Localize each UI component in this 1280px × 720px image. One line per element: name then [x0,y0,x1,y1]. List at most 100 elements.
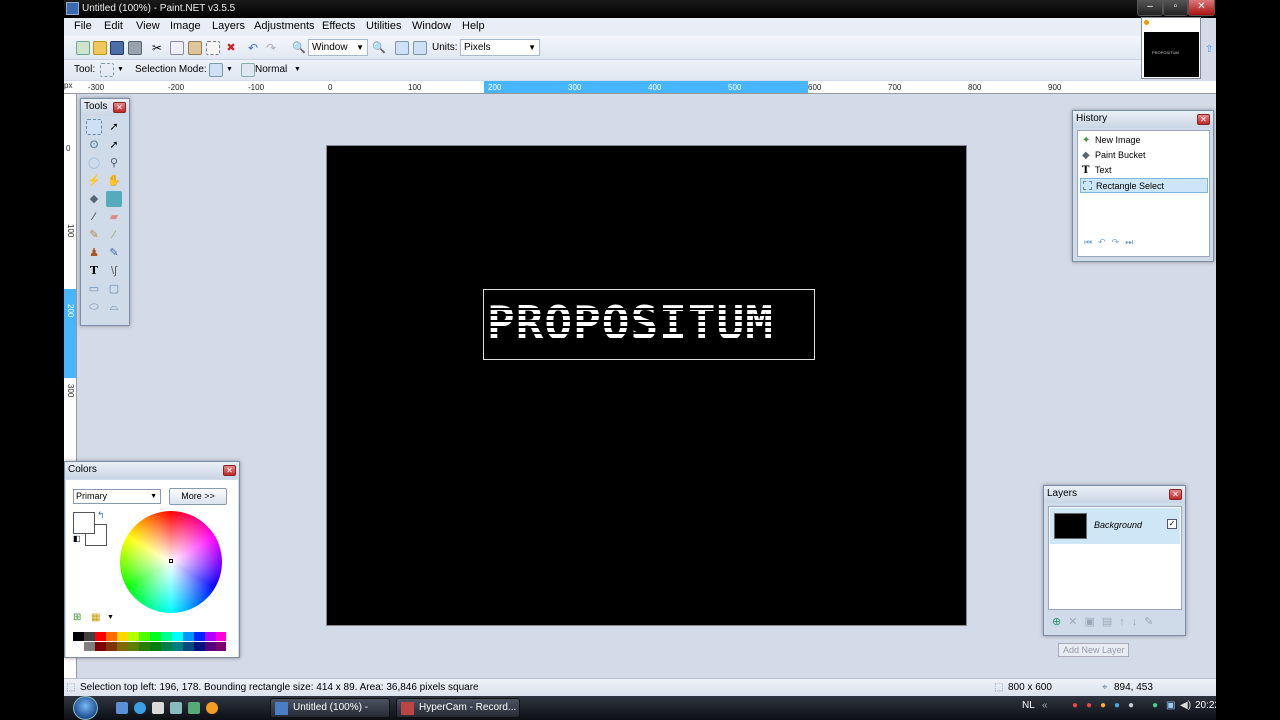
rectangle-select-tool-icon[interactable] [86,119,102,135]
recolor-tool-icon[interactable]: ✎ [106,245,122,261]
menu-edit[interactable]: Edit [100,20,127,32]
zoom-tool-icon[interactable]: ⚲ [106,155,122,171]
fast-forward-icon[interactable]: ⏭ [1125,237,1139,247]
move-selected-tool-icon[interactable]: ➚ [106,137,122,153]
new-file-icon[interactable] [76,41,90,55]
add-layer-icon[interactable]: ⊕ [1052,616,1068,628]
palette-swatch[interactable] [106,642,117,651]
menu-window[interactable]: Window [408,20,455,32]
menu-layers[interactable]: Layers [208,20,249,32]
palette-swatch[interactable] [194,642,205,651]
palette-swatch[interactable] [95,632,106,641]
explorer-icon[interactable] [152,702,164,714]
palette-swatch[interactable] [161,632,172,641]
language-indicator[interactable]: NL [1022,700,1035,711]
undo-icon[interactable]: ↶ [1098,237,1112,247]
history-item[interactable]: ✦ New Image [1080,133,1208,148]
deselect-icon[interactable]: ✖ [224,41,238,55]
tray-app-icon[interactable]: ● [1114,700,1120,711]
rounded-rectangle-tool-icon[interactable]: ▢ [106,281,122,297]
merge-layer-icon[interactable]: ▤ [1102,616,1119,628]
color-palette[interactable] [73,632,226,652]
tray-app-icon[interactable]: ● [1152,700,1158,711]
color-mode-dropdown[interactable]: Primary ▼ [73,489,161,504]
palette-swatch[interactable] [139,632,150,641]
palette-swatch[interactable] [128,632,139,641]
move-selection-tool-icon[interactable]: ➚ [106,119,122,135]
paintbrush-tool-icon[interactable]: ⁄ [86,209,102,225]
palette-swatch[interactable] [161,642,172,651]
add-to-palette-icon[interactable]: ⊞ [73,612,81,623]
text-tool-icon[interactable]: T [86,263,102,279]
taskbar-item-paintnet[interactable]: Untitled (100%) - Pa... [270,698,390,718]
redo-icon[interactable]: ↷ [266,41,280,55]
color-picker-tool-icon[interactable]: ⁄ [106,227,122,243]
palette-swatch[interactable] [183,632,194,641]
internet-explorer-icon[interactable] [134,702,146,714]
tray-app-icon[interactable]: ● [1128,700,1134,711]
palette-swatch[interactable] [139,642,150,651]
layer-visibility-checkbox[interactable]: ✓ [1167,519,1177,529]
volume-icon[interactable]: ◀) [1180,700,1191,711]
pencil-tool-icon[interactable]: ✎ [86,227,102,243]
tray-chevron-icon[interactable]: « [1042,700,1048,711]
crop-to-selection-icon[interactable] [206,41,220,55]
palette-swatch[interactable] [216,632,226,641]
move-layer-down-icon[interactable]: ↓ [1132,616,1145,628]
menu-image[interactable]: Image [166,20,205,32]
palette-swatch[interactable] [95,642,106,651]
ellipse-select-tool-icon[interactable]: ◯ [86,155,102,171]
palette-swatch[interactable] [150,642,161,651]
blend-mode-value[interactable]: Normal [255,64,287,75]
palette-swatch[interactable] [84,632,95,641]
media-player-icon[interactable] [206,702,218,714]
palette-menu-icon[interactable]: ▦ [91,612,100,623]
reset-colors-icon[interactable]: ◧ [73,534,81,543]
close-button[interactable]: ✕ [1188,0,1215,16]
tray-app-icon[interactable]: ● [1086,700,1092,711]
palette-swatch[interactable] [172,642,183,651]
paste-icon[interactable] [188,41,202,55]
network-icon[interactable]: ▣ [1166,700,1175,711]
layer-row[interactable]: Background ✓ [1050,508,1180,544]
primary-color-swatch[interactable] [73,512,95,534]
start-button[interactable] [73,696,98,720]
palette-swatch[interactable] [150,632,161,641]
clock[interactable]: 20:22 [1195,700,1216,711]
palette-swatch[interactable] [205,642,216,651]
pan-tool-icon[interactable]: ✋ [106,173,122,189]
taskbar-item-hypercam[interactable]: HyperCam - Record... [396,698,520,718]
selection-mode-icon[interactable] [209,63,223,77]
undo-icon[interactable]: ↶ [248,41,262,55]
ellipse-tool-icon[interactable]: ⬭ [86,299,102,315]
chevron-down-icon[interactable]: ▼ [117,66,124,73]
tools-close-button[interactable]: ✕ [113,102,126,113]
chevron-down-icon[interactable]: ▼ [294,66,301,73]
tray-app-icon[interactable]: ● [1100,700,1106,711]
tools-window-header[interactable]: Tools ✕ [81,99,129,116]
redo-icon[interactable]: ↷ [1112,237,1126,247]
color-wheel-cursor[interactable] [169,559,173,563]
freeform-shape-tool-icon[interactable]: ⌓ [106,299,122,315]
gradient-tool-icon[interactable] [106,191,122,207]
ruler-icon[interactable] [413,41,427,55]
palette-swatch[interactable] [128,642,139,651]
history-item[interactable]: ◆ Paint Bucket [1080,148,1208,163]
blend-mode-icon[interactable] [241,63,255,77]
palette-swatch[interactable] [84,642,95,651]
grid-icon[interactable] [395,41,409,55]
rectangle-tool-icon[interactable]: ▭ [86,281,102,297]
menu-effects[interactable]: Effects [318,20,359,32]
units-dropdown[interactable]: Pixels ▼ [460,39,540,56]
palette-swatch[interactable] [205,632,216,641]
rewind-icon[interactable]: ⏮ [1084,237,1098,247]
colors-close-button[interactable]: ✕ [223,465,236,476]
media-icon[interactable] [188,702,200,714]
layers-close-button[interactable]: ✕ [1169,489,1182,500]
minimize-button[interactable]: – [1137,0,1163,16]
palette-swatch[interactable] [117,632,128,641]
palette-swatch[interactable] [194,632,205,641]
history-item[interactable]: T Text [1080,163,1208,178]
palette-swatch[interactable] [117,642,128,651]
delete-layer-icon[interactable]: ✕ [1068,616,1084,628]
